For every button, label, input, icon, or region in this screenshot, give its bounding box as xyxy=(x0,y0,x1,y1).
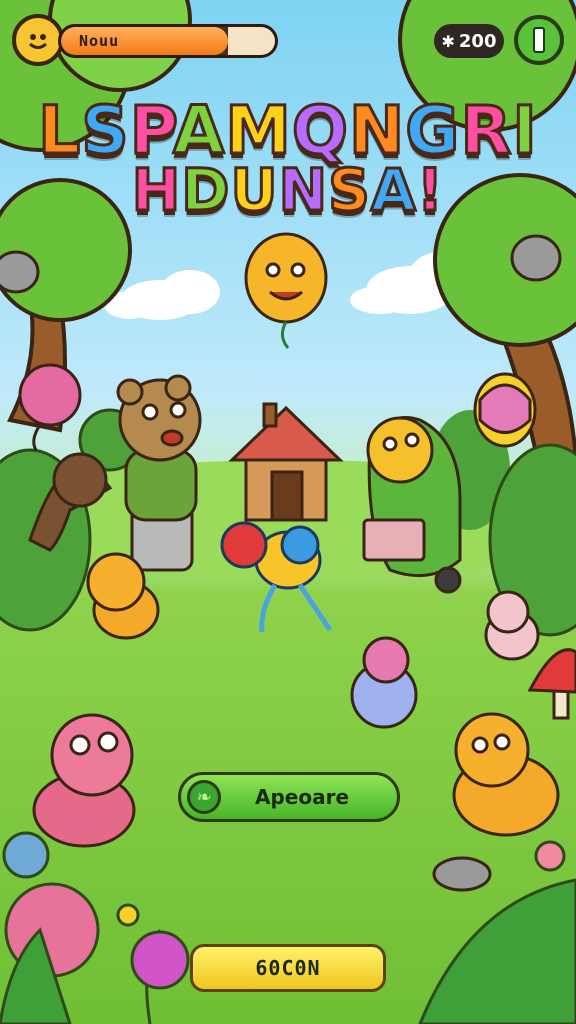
pink-cub-character xyxy=(32,713,136,848)
secondary-button-label: 60C0N xyxy=(255,956,321,980)
level-progress-bar: Nouu xyxy=(58,24,278,58)
game-screen: Nouu ✱ 200 LSPAMQNGRI HDUNSA! ❧ Apeoare … xyxy=(0,0,576,1024)
pig-character xyxy=(350,636,418,729)
title-letter: ! xyxy=(415,155,445,226)
game-title-line2: HDUNSA! xyxy=(0,155,576,226)
balloon-smiley xyxy=(244,232,328,349)
title-letter: H xyxy=(130,155,182,226)
level-label: Nouu xyxy=(79,32,120,50)
title-letter: U xyxy=(229,155,279,226)
player-avatar[interactable] xyxy=(12,14,64,66)
title-letter: N xyxy=(277,155,329,226)
striped-balloon xyxy=(473,372,537,448)
coin-count: 200 xyxy=(458,30,497,52)
primary-button-label: Apeoare xyxy=(254,785,350,809)
title-letter: S xyxy=(327,155,372,226)
foreground-plants xyxy=(0,831,576,1024)
coin-counter[interactable]: ✱ 200 xyxy=(434,24,504,58)
house xyxy=(228,402,344,522)
title-letter: A xyxy=(369,155,417,226)
pause-icon xyxy=(533,27,545,53)
smiley-avatar-icon xyxy=(29,34,47,49)
orange-cat-character xyxy=(452,712,560,837)
pink-balloon xyxy=(18,363,82,451)
pause-button[interactable] xyxy=(514,15,564,65)
progress-remaining xyxy=(227,27,275,55)
puzzle-icon: ✱ xyxy=(441,31,455,51)
primary-play-button[interactable]: ❧ Apeoare xyxy=(178,772,400,822)
mushroom xyxy=(527,648,576,720)
secondary-button[interactable]: 60C0N xyxy=(190,944,386,992)
title-letter: D xyxy=(180,155,231,226)
leaf-icon: ❧ xyxy=(187,780,221,814)
